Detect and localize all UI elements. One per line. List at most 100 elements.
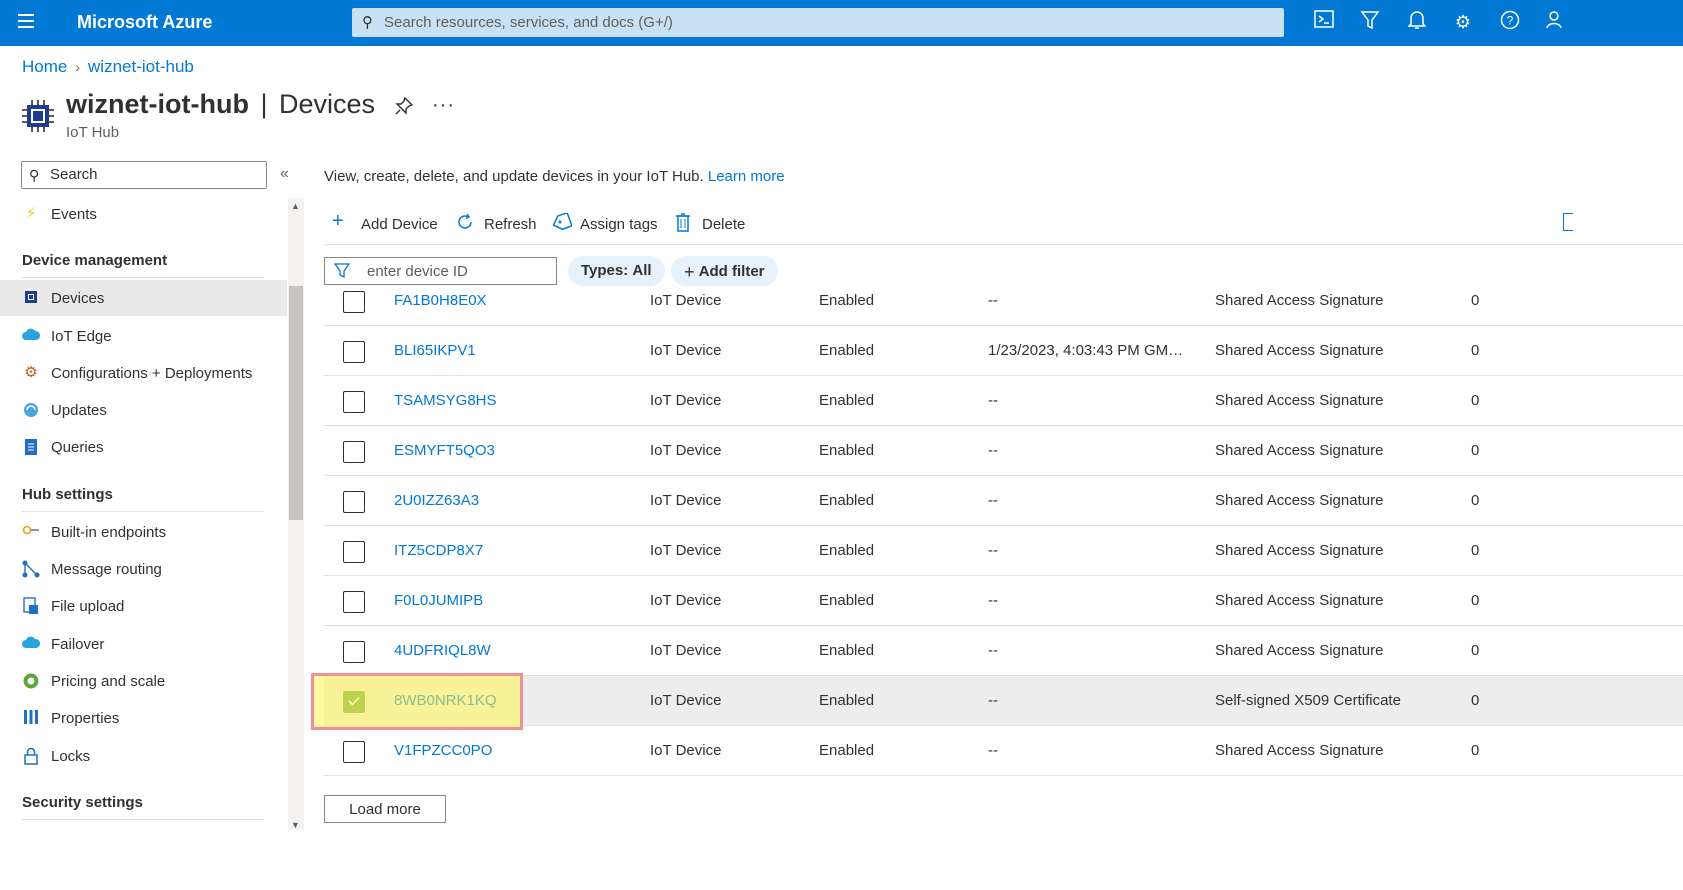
breadcrumb-home[interactable]: Home [22,57,67,76]
sidebar-item-updates[interactable]: Updates [0,392,287,428]
scroll-up-icon[interactable]: ▲ [291,201,300,211]
sidebar-item-file-upload[interactable]: File upload [0,588,287,624]
row-checkbox[interactable] [343,641,365,663]
search-icon: ⚲ [29,167,40,183]
sidebar-item-message-routing[interactable]: Message routing [0,551,287,587]
hamburger-menu-icon[interactable] [18,14,36,30]
sidebar-item-properties[interactable]: Properties [0,700,287,736]
device-id-link[interactable]: TSAMSYG8HS [394,392,497,409]
row-checkbox[interactable] [343,541,365,563]
help-icon[interactable]: ? [1498,10,1522,34]
load-more-button[interactable]: Load more [324,795,446,823]
scrollbar-thumb[interactable] [289,286,303,520]
divider [22,277,264,278]
table-row[interactable]: F0L0JUMIPB IoT Device Enabled -- Shared Acce… [324,576,1683,626]
sidebar-item-devices[interactable]: Devices [0,280,287,316]
collapse-sidebar-button[interactable]: « [280,165,289,183]
sidebar-item-built-in-endpoints[interactable]: Built-in endpoints [0,514,287,550]
breadcrumb: Home › wiznet-iot-hub [22,57,194,77]
sidebar-item-locks[interactable]: Locks [0,738,287,774]
row-checkbox[interactable] [343,441,365,463]
sidebar-item-queries[interactable]: Queries [0,429,287,465]
device-type: IoT Device [650,742,722,759]
refresh-icon [455,212,475,238]
device-id-link[interactable]: FA1B0H8E0X [394,292,487,309]
notifications-icon[interactable] [1405,10,1429,34]
trash-icon [675,213,691,239]
authentication-type: Shared Access Signature [1215,292,1384,309]
scroll-down-icon[interactable]: ▼ [291,820,300,830]
global-search[interactable]: ⚲ [352,8,1284,37]
add-device-button[interactable]: + Add Device [332,210,442,238]
refresh-button[interactable]: Refresh [455,210,537,238]
row-checkbox[interactable] [343,391,365,413]
endpoint-icon [22,523,40,541]
sidebar-item-events[interactable]: ⚡ Events [0,196,287,232]
device-type: IoT Device [650,492,722,509]
row-checkbox[interactable] [343,341,365,363]
directory-filter-icon[interactable] [1358,10,1382,34]
pin-icon[interactable] [394,96,414,122]
cloud-shell-icon[interactable] [1312,10,1336,34]
more-options-button[interactable]: ··· [432,94,455,117]
cloud-to-device-messages: 0 [1471,542,1480,559]
svg-text:?: ? [1507,14,1514,28]
table-row[interactable]: BLI65IKPV1 IoT Device Enabled 1/23/2023, 4:… [324,326,1683,376]
table-row[interactable]: 4UDFRIQL8W IoT Device Enabled -- Shared Acce… [324,626,1683,676]
sidebar-item-pricing-and-scale[interactable]: Pricing and scale [0,663,287,699]
sidebar-scrollbar[interactable]: ▲ ▼ [288,198,304,830]
learn-more-link[interactable]: Learn more [708,168,785,185]
device-id-link[interactable]: F0L0JUMIPB [394,592,483,609]
device-id-link[interactable]: V1FPZCC0PO [394,742,492,759]
search-icon: ⚲ [362,14,373,31]
row-checkbox[interactable] [343,591,365,613]
feedback-icon[interactable] [1544,10,1568,34]
settings-icon[interactable]: ⚙ [1451,10,1475,34]
device-type: IoT Device [650,342,722,359]
cloud-to-device-messages: 0 [1471,692,1480,709]
sidebar-search[interactable]: ⚲ [21,161,267,189]
row-checkbox[interactable] [343,491,365,513]
device-status: Enabled [819,742,875,759]
sidebar-item-failover[interactable]: Failover [0,626,287,662]
authentication-type: Shared Access Signature [1215,592,1384,609]
view-toggle-icon[interactable] [1563,213,1573,231]
authentication-type: Shared Access Signature [1215,342,1384,359]
device-id-link[interactable]: 2U0IZZ63A3 [394,492,479,509]
device-id-link[interactable]: ITZ5CDP8X7 [394,542,483,559]
table-row[interactable]: 8WB0NRK1KQIoT DeviceEnabled--Self-signed… [324,676,1683,726]
chevron-right-icon: › [75,59,81,75]
selection-highlight [311,673,523,730]
config-icon: ⚙ [24,364,38,381]
routing-icon [22,560,40,578]
global-search-input[interactable] [384,12,1264,33]
sidebar-item-iot-edge[interactable]: IoT Edge [0,318,287,354]
breadcrumb-hub[interactable]: wiznet-iot-hub [88,57,194,76]
device-id-link[interactable]: BLI65IKPV1 [394,342,476,359]
row-checkbox[interactable] [343,291,365,313]
sidebar-item-configurations[interactable]: ⚙ Configurations + Deployments [0,355,287,391]
delete-button[interactable]: Delete [675,210,750,238]
sidebar-search-input[interactable] [50,166,260,183]
divider [22,819,264,820]
cloud-to-device-messages: 0 [1471,742,1480,759]
device-id-link[interactable]: 4UDFRIQL8W [394,642,491,659]
table-row[interactable]: V1FPZCC0PO IoT Device Enabled -- Shared Acce… [324,726,1683,776]
brand-logo[interactable]: Microsoft Azure [77,12,212,33]
table-row[interactable]: 2U0IZZ63A3 IoT Device Enabled -- Shared Acce… [324,476,1683,526]
device-status: Enabled [819,392,875,409]
iot-hub-icon [22,100,54,132]
authentication-type: Shared Access Signature [1215,642,1384,659]
table-row[interactable]: ESMYFT5QO3 IoT Device Enabled -- Shared Acce… [324,426,1683,476]
table-row[interactable]: ITZ5CDP8X7 IoT Device Enabled -- Shared Acce… [324,526,1683,576]
assign-tags-button[interactable]: Assign tags [552,210,658,238]
table-row[interactable]: TSAMSYG8HS IoT Device Enabled -- Shared Acce… [324,376,1683,426]
device-status: Enabled [819,292,875,309]
table-row[interactable]: FA1B0H8E0X IoT Device Enabled -- Shared Acce… [324,276,1683,326]
device-id-link[interactable]: ESMYFT5QO3 [394,442,495,459]
device-type: IoT Device [650,592,722,609]
row-checkbox[interactable] [343,741,365,763]
last-status-update: 1/23/2023, 4:03:43 PM GMT+9 [988,342,1192,359]
device-type: IoT Device [650,542,722,559]
authentication-type: Shared Access Signature [1215,392,1384,409]
